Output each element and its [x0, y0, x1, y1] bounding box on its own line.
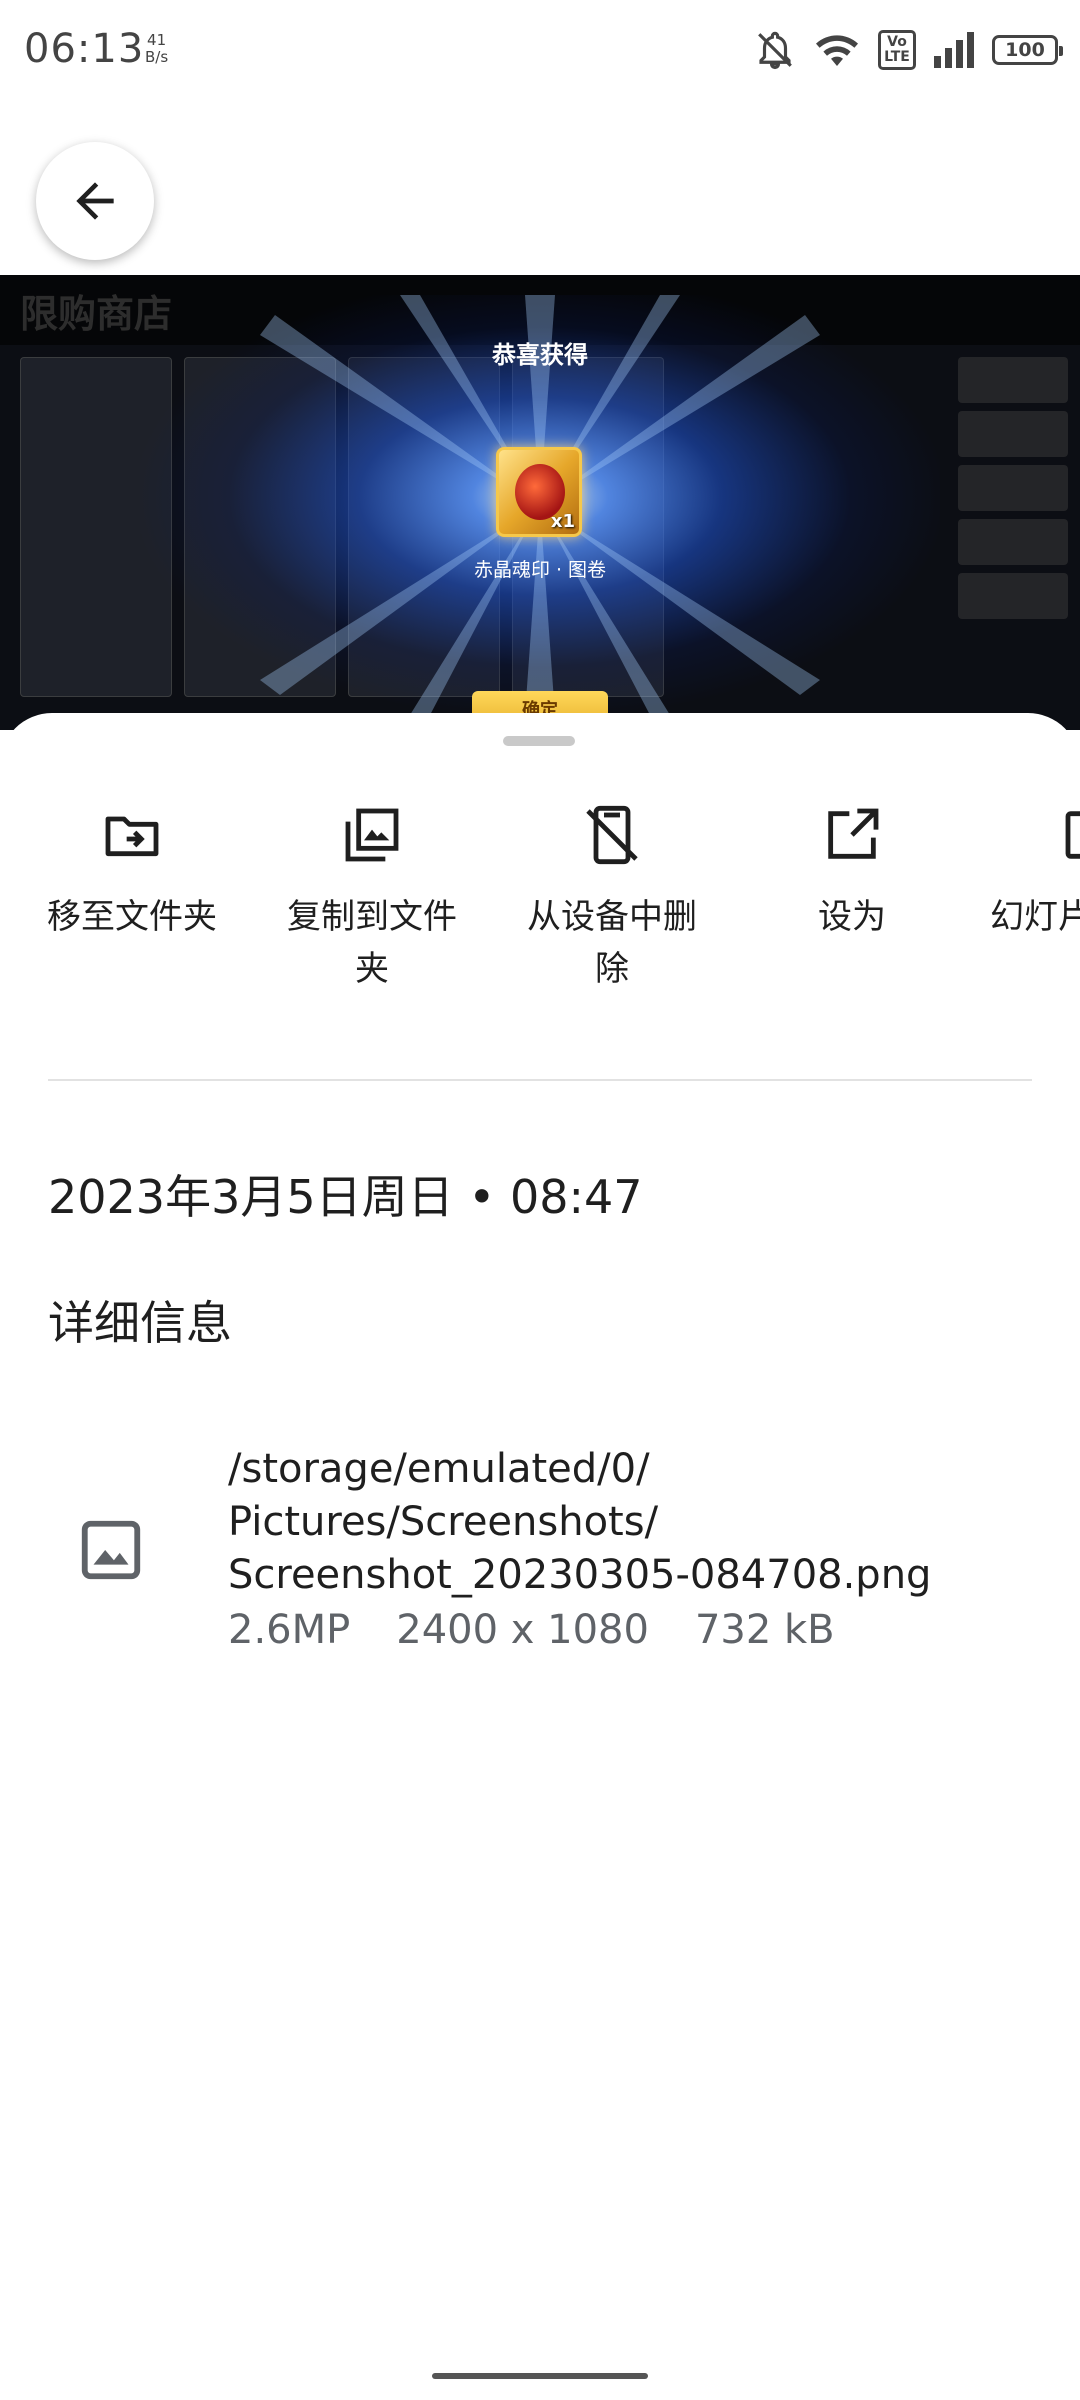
slideshow-button[interactable]: 幻灯片 [990, 803, 1080, 943]
copy-to-folder-icon [345, 808, 399, 862]
reward-item-icon: x1 [496, 447, 582, 537]
reward-item-name: 赤晶魂印 · 图卷 [473, 559, 607, 581]
move-to-folder-button[interactable]: 移至文件夹 [32, 803, 232, 943]
bell-off-icon [758, 31, 792, 70]
volte-label-bottom: LTE [884, 49, 910, 65]
details-bottom-sheet[interactable]: 移至文件夹 复制到文件夹 从设备中删除 设为 幻灯片 2023年3月5日周日 •… [0, 713, 1080, 2400]
reward-item-count: x1 [550, 511, 575, 532]
drag-handle[interactable] [503, 736, 575, 746]
file-megapixels: 2.6MP [228, 1607, 351, 1653]
slideshow-icon [1065, 811, 1080, 859]
status-time: 06:13 [24, 26, 145, 72]
divider [48, 1079, 1032, 1081]
copy-to-folder-button[interactable]: 复制到文件夹 [272, 803, 472, 995]
capture-date-time[interactable]: 2023年3月5日周日 • 08:47 [48, 1161, 643, 1227]
volte-icon: Vo LTE [878, 30, 916, 70]
shop-side-tab [958, 411, 1068, 457]
set-as-button[interactable]: 设为 [752, 803, 952, 943]
arrow-back-icon [76, 182, 114, 220]
action-label: 设为 [818, 897, 886, 937]
set-as-icon [828, 808, 879, 859]
delete-from-device-icon [586, 805, 638, 865]
action-label: 复制到文件夹 [287, 897, 457, 989]
image-preview[interactable]: 限购商店 恭喜获得 x1 赤晶魂印 · 图卷 确定 [0, 275, 1080, 730]
action-label: 从设备中删除 [527, 897, 697, 989]
popup-title: 恭喜获得 [492, 341, 588, 369]
signal-icon [934, 32, 974, 68]
file-path-line: Screenshot_20230305-084708.png [228, 1552, 932, 1598]
status-icons: Vo LTE 100 [754, 28, 1063, 72]
file-resolution: 2400 x 1080 [396, 1607, 649, 1653]
network-speed-value: 41 [147, 31, 167, 49]
file-meta: 2.6MP 2400 x 1080 732 kB [228, 1607, 835, 1653]
network-speed-unit: B/s [145, 48, 169, 66]
shop-side-tab [958, 465, 1068, 511]
file-size: 732 kB [694, 1607, 835, 1653]
file-path-line: /storage/emulated/0/ [228, 1446, 650, 1492]
network-speed: 41 B/s [145, 32, 168, 66]
file-path-line: Pictures/Screenshots/ [228, 1499, 659, 1545]
delete-from-device-button[interactable]: 从设备中删除 [512, 803, 712, 995]
volte-label-top: Vo [887, 34, 907, 50]
file-path: /storage/emulated/0/ Pictures/Screenshot… [228, 1443, 1048, 1602]
image-file-icon [81, 1520, 141, 1580]
wifi-icon [816, 35, 858, 66]
action-row: 移至文件夹 复制到文件夹 从设备中删除 设为 幻灯片 [0, 803, 1080, 1003]
move-to-folder-icon [105, 816, 159, 857]
back-button[interactable] [36, 142, 154, 260]
details-title: 详细信息 [48, 1296, 232, 1350]
action-label: 移至文件夹 [47, 897, 217, 937]
gesture-nav-bar[interactable] [432, 2373, 648, 2379]
status-bar: 06:13 41 B/s Vo LTE 100 [0, 0, 1080, 110]
action-label: 幻灯片 [990, 897, 1080, 937]
battery-icon: 100 [992, 35, 1063, 65]
